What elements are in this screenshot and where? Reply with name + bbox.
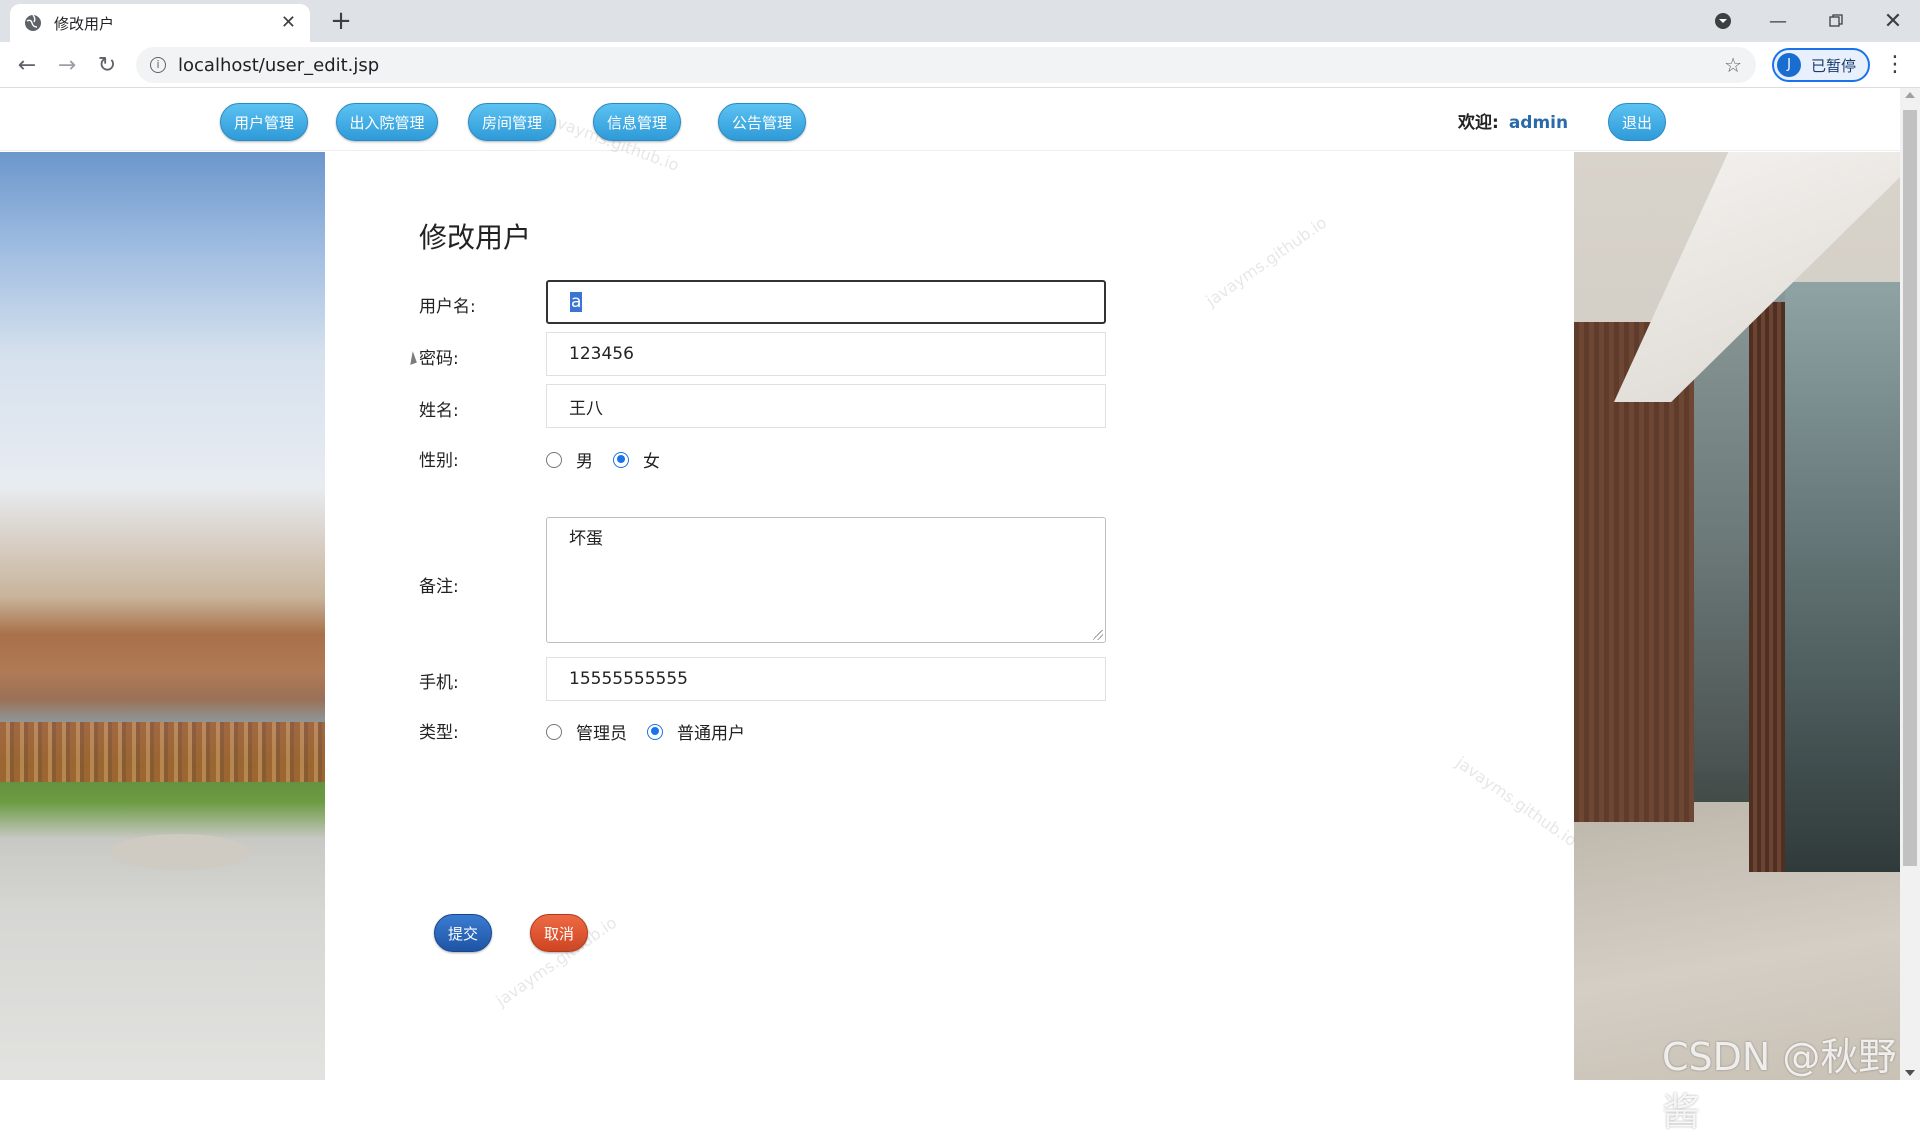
- background-lake-image: [0, 152, 325, 1080]
- minimize-icon[interactable]: —: [1760, 0, 1796, 42]
- background-trees: [0, 722, 325, 782]
- background-rock: [110, 834, 250, 870]
- page-scrollbar[interactable]: [1900, 88, 1920, 1080]
- restore-icon[interactable]: [1818, 0, 1854, 42]
- nav-notice-management[interactable]: 公告管理: [718, 103, 806, 141]
- top-navigation: 用户管理 出入院管理 房间管理 信息管理 公告管理 欢迎: admin 退出: [0, 88, 1900, 151]
- welcome-label: 欢迎:: [1458, 113, 1499, 133]
- site-info-icon[interactable]: i: [150, 57, 166, 73]
- browser-tab-bar: 修改用户 ✕ + — ✕: [0, 0, 1920, 42]
- scrollbar-thumb[interactable]: [1903, 110, 1917, 866]
- type-admin-label: 管理员: [576, 724, 627, 744]
- profile-button[interactable]: J 已暂停: [1772, 48, 1870, 82]
- password-input[interactable]: 123456: [546, 332, 1106, 376]
- watermark-text: javayms.github.io: [1202, 212, 1331, 311]
- globe-icon: [24, 14, 42, 32]
- page-viewport: 用户管理 出入院管理 房间管理 信息管理 公告管理 欢迎: admin 退出 修改…: [0, 88, 1900, 1080]
- name-value: 王八: [569, 398, 603, 419]
- nav-admission-management[interactable]: 出入院管理: [336, 103, 438, 141]
- type-admin-radio[interactable]: [546, 723, 562, 740]
- gender-radio-group: 男 女: [546, 447, 680, 472]
- phone-value: 15555555555: [569, 669, 688, 689]
- username-input[interactable]: a: [546, 280, 1106, 324]
- phone-label: 手机:: [419, 673, 459, 693]
- resize-handle-icon[interactable]: [1093, 630, 1103, 640]
- scroll-up-icon[interactable]: [1905, 92, 1915, 98]
- tab-search-icon[interactable]: [1708, 0, 1738, 42]
- gender-label: 性别:: [419, 451, 459, 471]
- password-label: 密码:: [419, 349, 459, 369]
- gender-male-radio[interactable]: [546, 451, 562, 468]
- remark-textarea[interactable]: 坏蛋: [546, 517, 1106, 643]
- avatar: J: [1777, 53, 1801, 77]
- nav-user-management[interactable]: 用户管理: [220, 103, 308, 141]
- profile-status-label: 已暂停: [1811, 56, 1857, 75]
- type-radio-group: 管理员 普通用户: [546, 719, 765, 744]
- type-user-label: 普通用户: [677, 724, 745, 744]
- remark-value: 坏蛋: [569, 529, 603, 549]
- background-glass-front: [1785, 282, 1900, 872]
- browser-menu-icon[interactable]: ⋮: [1880, 50, 1910, 80]
- type-label: 类型:: [419, 723, 459, 743]
- phone-input[interactable]: 15555555555: [546, 657, 1106, 701]
- page-title: 修改用户: [419, 221, 532, 254]
- submit-button[interactable]: 提交: [434, 914, 492, 952]
- bookmark-star-icon[interactable]: ☆: [1724, 53, 1742, 77]
- gender-female-radio[interactable]: [613, 451, 629, 468]
- csdn-credit-watermark: CSDN @秋野酱: [1662, 1035, 1897, 1134]
- gender-male-label: 男: [576, 452, 593, 472]
- username-label: 用户名:: [419, 297, 476, 317]
- window-close-icon[interactable]: ✕: [1875, 0, 1911, 42]
- browser-tab[interactable]: 修改用户 ✕: [10, 4, 310, 42]
- edit-user-panel: 修改用户 用户名: a 密码: 123456 姓名: 王八 性别: 男 女 备注…: [325, 152, 1580, 1080]
- new-tab-icon[interactable]: +: [326, 6, 356, 36]
- name-label: 姓名:: [419, 401, 459, 421]
- tab-close-icon[interactable]: ✕: [281, 14, 296, 32]
- type-user-radio[interactable]: [647, 723, 663, 740]
- url-field[interactable]: i localhost/user_edit.jsp ☆: [136, 47, 1756, 83]
- username-value: a: [570, 292, 583, 312]
- background-building-image: [1574, 152, 1900, 1080]
- password-value: 123456: [569, 344, 634, 364]
- address-bar: ← → ↻ i localhost/user_edit.jsp ☆ J 已暂停 …: [0, 42, 1920, 88]
- background-pillar: [1749, 302, 1785, 872]
- reload-icon[interactable]: ↻: [92, 50, 122, 80]
- gender-female-label: 女: [643, 452, 660, 472]
- watermark-text: javayms.github.io: [1452, 752, 1581, 851]
- url-text: localhost/user_edit.jsp: [178, 54, 380, 76]
- remark-label: 备注:: [419, 577, 459, 597]
- welcome-username: admin: [1508, 113, 1569, 133]
- welcome-text: 欢迎: admin: [1458, 108, 1568, 133]
- name-input[interactable]: 王八: [546, 384, 1106, 428]
- tab-title: 修改用户: [54, 14, 115, 33]
- logout-button[interactable]: 退出: [1608, 103, 1666, 141]
- back-arrow-icon[interactable]: ←: [12, 50, 42, 80]
- forward-arrow-icon[interactable]: →: [52, 50, 82, 80]
